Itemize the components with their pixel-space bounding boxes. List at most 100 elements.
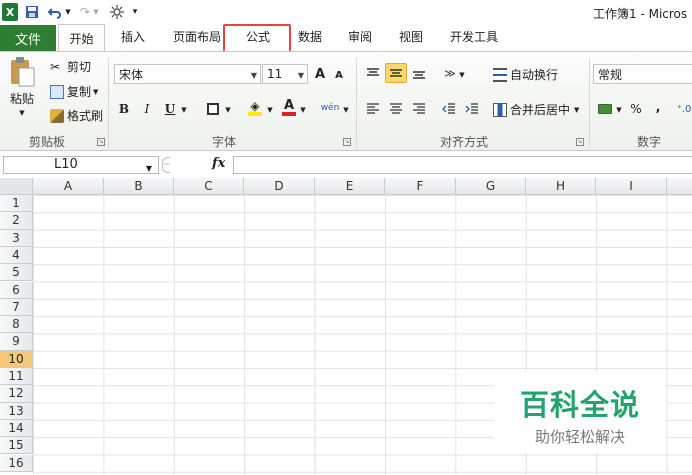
font-color-button[interactable]: A bbox=[281, 97, 297, 117]
currency-dropdown-icon[interactable]: ▼ bbox=[615, 100, 623, 120]
row-header[interactable]: 1 bbox=[0, 195, 33, 213]
separator bbox=[356, 58, 357, 148]
font-color-dropdown-icon[interactable]: ▼ bbox=[299, 100, 307, 120]
column-header-g[interactable]: G bbox=[456, 178, 526, 195]
tab-developer[interactable]: 开发工具 bbox=[450, 28, 498, 45]
align-top-button[interactable] bbox=[364, 63, 382, 83]
insert-function-button[interactable]: fx bbox=[212, 156, 225, 171]
align-middle-button[interactable] bbox=[385, 63, 407, 83]
align-left-button[interactable] bbox=[364, 99, 382, 119]
tab-insert[interactable]: 插入 bbox=[121, 28, 145, 45]
align-right-button[interactable] bbox=[410, 99, 428, 119]
format-painter-button[interactable]: 格式刷 bbox=[50, 107, 103, 124]
number-format-select[interactable]: 常规 bbox=[593, 64, 692, 84]
cut-button[interactable]: ✂ 剪切 bbox=[50, 58, 91, 75]
row-header[interactable]: 14 bbox=[0, 419, 33, 438]
increase-indent-button[interactable] bbox=[463, 99, 481, 119]
tab-home[interactable]: 开始 bbox=[58, 24, 105, 51]
row-header[interactable]: 5 bbox=[0, 264, 33, 282]
italic-button[interactable]: I bbox=[139, 99, 155, 119]
row-header[interactable]: 8 bbox=[0, 316, 33, 334]
format-painter-label: 格式刷 bbox=[67, 109, 104, 123]
merge-center-button[interactable]: 合并后居中 ▼ bbox=[493, 101, 579, 118]
tab-review[interactable]: 审阅 bbox=[348, 28, 372, 45]
column-header-h[interactable]: H bbox=[526, 178, 596, 195]
row-header[interactable]: 15 bbox=[0, 437, 33, 455]
row-header[interactable]: 6 bbox=[0, 281, 33, 299]
grow-font-button[interactable]: A bbox=[312, 64, 328, 84]
comma-button[interactable]: , bbox=[652, 97, 664, 117]
row-header[interactable]: 16 bbox=[0, 454, 33, 472]
percent-button[interactable]: % bbox=[628, 99, 644, 119]
font-size-select[interactable]: 11 ▼ bbox=[262, 64, 308, 84]
fill-dropdown-icon[interactable]: ▼ bbox=[266, 100, 274, 120]
alignment-launcher-icon[interactable]: ↘ bbox=[576, 138, 584, 146]
decrease-indent-button[interactable] bbox=[440, 99, 458, 119]
merge-center-label: 合并后居中 bbox=[510, 103, 571, 117]
decrease-indent-icon bbox=[442, 103, 455, 114]
row-header[interactable]: 12 bbox=[0, 385, 33, 403]
format-painter-icon[interactable] bbox=[108, 3, 126, 21]
column-header-f[interactable]: F bbox=[385, 178, 456, 195]
row-header[interactable]: 3 bbox=[0, 229, 33, 247]
underline-dropdown-icon[interactable]: ▼ bbox=[180, 100, 188, 120]
row-header[interactable]: 11 bbox=[0, 368, 33, 386]
align-middle-icon bbox=[390, 69, 402, 77]
save-icon[interactable] bbox=[24, 3, 40, 21]
wrap-text-button[interactable]: 自动换行 bbox=[493, 66, 558, 83]
row-header[interactable]: 9 bbox=[0, 333, 33, 351]
column-header-i[interactable]: I bbox=[596, 178, 667, 195]
align-center-button[interactable] bbox=[387, 99, 405, 119]
copy-button[interactable]: 复制 ▼ bbox=[50, 83, 98, 100]
tab-file[interactable]: 文件 bbox=[0, 25, 56, 51]
tab-view[interactable]: 视图 bbox=[399, 28, 423, 45]
increase-indent-icon bbox=[465, 103, 478, 114]
shrink-font-button[interactable]: A bbox=[332, 65, 346, 85]
font-color-glyph: A bbox=[283, 97, 295, 113]
separator bbox=[108, 58, 109, 148]
window-title: 工作簿1 - Micros bbox=[593, 7, 688, 21]
font-launcher-icon[interactable]: ↘ bbox=[343, 138, 351, 146]
bold-button[interactable]: B bbox=[116, 99, 132, 119]
clipboard-launcher-icon[interactable]: ↘ bbox=[97, 138, 105, 146]
tab-data[interactable]: 数据 bbox=[298, 28, 322, 45]
row-header[interactable]: 7 bbox=[0, 298, 33, 317]
row-header[interactable]: 4 bbox=[0, 246, 33, 265]
phonetic-dropdown-icon[interactable]: ▼ bbox=[342, 100, 350, 120]
paste-button[interactable]: 粘贴 ▼ bbox=[4, 56, 40, 128]
column-header-c[interactable]: C bbox=[174, 178, 244, 195]
currency-button[interactable] bbox=[596, 99, 614, 119]
undo-icon[interactable] bbox=[46, 3, 64, 21]
border-button[interactable] bbox=[205, 99, 221, 119]
excel-app-icon[interactable]: X bbox=[2, 3, 18, 21]
border-dropdown-icon[interactable]: ▼ bbox=[224, 100, 232, 120]
redo-icon[interactable]: ↷ bbox=[78, 3, 92, 21]
copy-dropdown-icon: ▼ bbox=[93, 87, 99, 96]
formula-input[interactable] bbox=[233, 156, 692, 174]
column-header-j[interactable] bbox=[667, 178, 692, 195]
column-header-e[interactable]: E bbox=[315, 178, 385, 195]
name-box[interactable]: L10 ▼ bbox=[3, 156, 159, 174]
orientation-dropdown-icon[interactable]: ▼ bbox=[458, 65, 466, 85]
select-all-corner[interactable] bbox=[0, 178, 33, 195]
fill-color-button[interactable]: ◈ bbox=[246, 98, 264, 118]
wrap-text-label: 自动换行 bbox=[510, 68, 559, 82]
align-left-icon bbox=[367, 103, 379, 114]
redo-dropdown-icon[interactable]: ▼ bbox=[92, 3, 100, 21]
increase-decimal-button[interactable]: ⁺.0 bbox=[676, 99, 692, 119]
row-header[interactable]: 13 bbox=[0, 402, 33, 420]
undo-dropdown-icon[interactable]: ▼ bbox=[64, 3, 72, 21]
column-header-b[interactable]: B bbox=[104, 178, 174, 195]
phonetic-button[interactable]: wén bbox=[320, 98, 340, 118]
font-name-select[interactable]: 宋体 ▼ bbox=[114, 64, 261, 84]
tab-page-layout[interactable]: 页面布局 bbox=[173, 28, 221, 45]
row-header-active[interactable]: 10 bbox=[0, 350, 33, 368]
row-header[interactable]: 2 bbox=[0, 212, 33, 230]
align-bottom-button[interactable] bbox=[410, 63, 428, 83]
orientation-button[interactable]: ≫ bbox=[441, 63, 459, 83]
underline-button[interactable]: U bbox=[162, 99, 178, 119]
customize-qa-dropdown-icon[interactable]: ▾ bbox=[130, 3, 140, 21]
formula-splitter[interactable]: ~ bbox=[162, 157, 171, 173]
column-header-d[interactable]: D bbox=[244, 178, 315, 195]
column-header-a[interactable]: A bbox=[33, 178, 104, 195]
